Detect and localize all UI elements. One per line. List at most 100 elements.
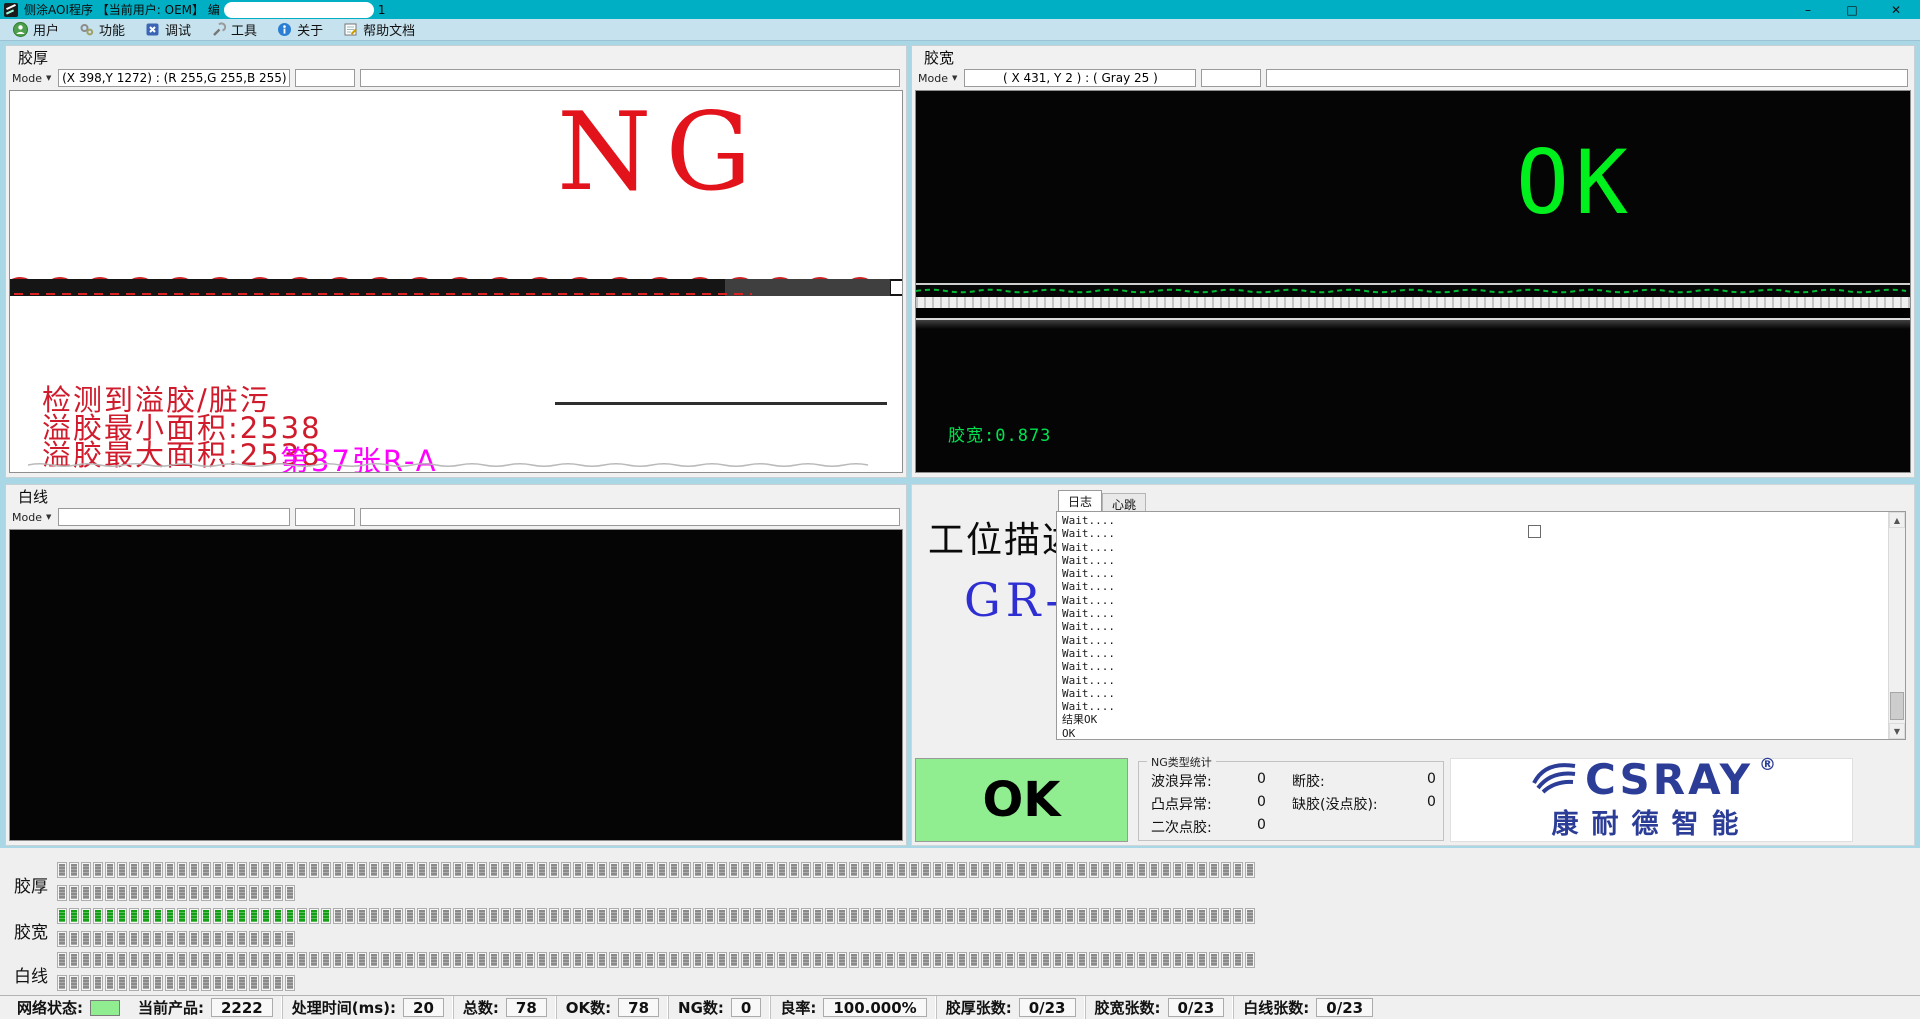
gears-icon [79,22,94,37]
indicator-cell [141,931,151,947]
indicator-cell [477,952,487,968]
indicator-cell [885,952,895,968]
glue-edge-trace [916,285,1911,297]
result-text-ng: NG [557,99,766,207]
indicator-cell [93,931,103,947]
mode-dropdown[interactable]: Mode▼ [10,72,53,85]
status-box [295,69,355,87]
indicator-cell [81,908,91,924]
indicator-cell [369,908,379,924]
tab-log[interactable]: 日志 [1058,490,1102,511]
status-field-label: 当前产品: [138,997,204,1018]
indicator-cell [897,952,907,968]
result-ok-button[interactable]: OK [915,758,1128,842]
indicator-cell [1149,952,1159,968]
menu-item-debug[interactable]: 调试 [138,19,204,40]
indicator-cell [177,975,187,991]
indicator-cell [405,952,415,968]
indicator-cell [153,975,163,991]
indicator-cell [645,952,655,968]
station-info-panel: 工位描述: GR-A 日志 心跳 Wait....Wait....Wait...… [911,484,1915,846]
indicator-cell [165,931,175,947]
glue-width-image-view[interactable]: OK 胶宽:0.873 [915,90,1911,473]
indicator-cell [417,862,427,878]
indicator-cell [69,931,79,947]
indicator-cell [837,952,847,968]
indicator-cell [741,908,751,924]
white-line-toolbar: Mode▼ [10,507,900,527]
log-line: Wait.... [1062,607,1883,620]
indicator-cell [177,952,187,968]
indicator-cell [57,975,67,991]
scroll-up-icon[interactable]: ▲ [1889,512,1905,528]
minimize-button[interactable]: – [1786,0,1830,19]
log-list[interactable]: Wait....Wait....Wait....Wait....Wait....… [1056,511,1906,740]
indicator-cell [57,885,67,901]
indicator-cell [69,908,79,924]
indicator-cell [1245,908,1255,924]
indicator-cell [921,952,931,968]
indicator-cell [1221,908,1231,924]
tab-heartbeat[interactable]: 心跳 [1102,493,1146,511]
indicator-cell [945,952,955,968]
maximize-button[interactable]: □ [1830,0,1874,19]
status-field-label: 处理时间(ms): [292,997,396,1018]
indicator-cell [1065,862,1075,878]
menu-item-about[interactable]: 关于 [270,19,336,40]
indicator-cell [405,908,415,924]
window-title-suffix: 1 [378,3,386,17]
mode-dropdown[interactable]: Mode▼ [916,72,959,85]
indicator-cell [429,952,439,968]
indicator-cell [441,862,451,878]
result-text-ok: OK [1516,139,1634,227]
log-line: Wait.... [1062,527,1883,540]
log-scrollbar[interactable]: ▲ ▼ [1888,512,1905,739]
indicator-cell [573,952,583,968]
indicator-cell [93,975,103,991]
log-checkbox[interactable] [1528,525,1541,538]
indicator-cell [861,952,871,968]
indicator-cell [1041,908,1051,924]
indicator-cell [153,952,163,968]
indicator-cell [501,908,511,924]
menu-item-user[interactable]: 用户 [6,19,72,40]
indicator-cell [81,885,91,901]
panel-caption: 白线 [18,486,48,507]
menu-item-tools[interactable]: 工具 [204,19,270,40]
menu-label: 调试 [165,20,191,39]
indicator-cell [1089,952,1099,968]
close-button[interactable]: ✕ [1874,0,1918,19]
indicator-cell [1005,862,1015,878]
indicator-cell [513,862,523,878]
indicator-row [57,952,1255,968]
window-title: 侧涂AOI程序 【当前用户: OEM】 编 [24,1,220,18]
indicator-cell [1065,908,1075,924]
indicator-cell [645,908,655,924]
chevron-down-icon: ▼ [46,74,51,82]
log-line: 结果OK [1062,713,1883,726]
indicator-cell [609,952,619,968]
mode-dropdown[interactable]: Mode▼ [10,511,53,524]
status-field-value: 0/23 [1316,998,1373,1017]
indicator-cell [501,952,511,968]
glue-thickness-image-view[interactable]: NG 检测到溢胶/脏污 溢胶最小面积:2538 溢胶最大面积:2538 第37张… [9,90,903,473]
log-line: Wait.... [1062,580,1883,593]
indicator-cell [849,908,859,924]
indicator-cell [1125,952,1135,968]
menu-label: 关于 [297,20,323,39]
menu-item-help-doc[interactable]: 帮助文档 [336,19,428,40]
scrollbar-thumb[interactable] [1890,692,1904,720]
menu-item-functions[interactable]: 功能 [72,19,138,40]
indicator-cell [465,862,475,878]
scroll-down-icon[interactable]: ▼ [1889,723,1905,739]
indicator-cell [345,952,355,968]
indicator-cell [705,908,715,924]
indicator-cell [1173,862,1183,878]
indicator-cell [309,908,319,924]
white-line-image-view[interactable] [9,529,903,841]
indicator-cell [1017,952,1027,968]
indicator-cell [81,931,91,947]
log-line: Wait.... [1062,541,1883,554]
log-tabstrip: 日志 心跳 [1058,490,1146,511]
indicator-cell [165,908,175,924]
